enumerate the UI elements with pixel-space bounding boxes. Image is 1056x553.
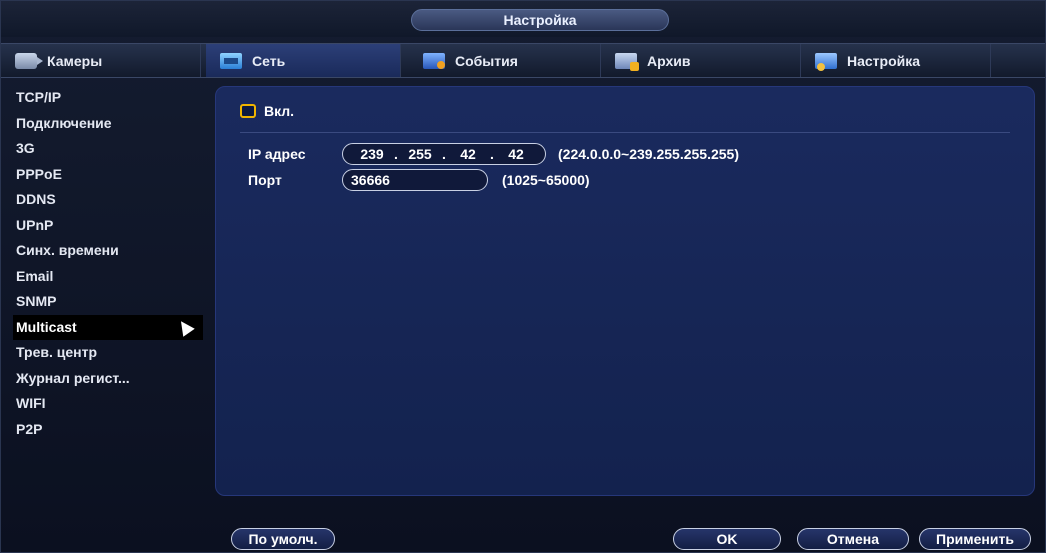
port-label: Порт bbox=[248, 172, 282, 188]
default-button[interactable]: По умолч. bbox=[231, 528, 335, 550]
sidebar-item-ddns[interactable]: DDNS bbox=[13, 187, 203, 213]
sidebar-item-pppoe[interactable]: PPPoE bbox=[13, 162, 203, 188]
title-bar: Настройка bbox=[1, 1, 1045, 37]
settings-window: Настройка Камеры Сеть События Архив Наст… bbox=[0, 0, 1046, 553]
sidebar-item-email[interactable]: Email bbox=[13, 264, 203, 290]
enable-label: Вкл. bbox=[264, 103, 295, 119]
sidebar-item-3g[interactable]: 3G bbox=[13, 136, 203, 162]
ip-label: IP адрес bbox=[248, 146, 306, 162]
network-sidebar: TCP/IP Подключение 3G PPPoE DDNS UPnP Си… bbox=[13, 85, 203, 442]
sidebar-item-wifi[interactable]: WIFI bbox=[13, 391, 203, 417]
mouse-cursor-icon bbox=[175, 316, 195, 337]
sidebar-item-connection[interactable]: Подключение bbox=[13, 111, 203, 137]
tab-events[interactable]: События bbox=[409, 44, 601, 77]
sidebar-item-time-sync[interactable]: Синх. времени bbox=[13, 238, 203, 264]
tab-cameras-label: Камеры bbox=[47, 52, 103, 69]
sidebar-item-snmp[interactable]: SNMP bbox=[13, 289, 203, 315]
tab-settings[interactable]: Настройка bbox=[801, 44, 991, 77]
ip-dot: . bbox=[442, 146, 446, 162]
archive-icon bbox=[615, 52, 639, 71]
ip-dot: . bbox=[394, 146, 398, 162]
ip-row: IP адрес 239 . 255 . 42 . 42 (224.0.0.0~… bbox=[248, 143, 739, 165]
multicast-panel: Вкл. IP адрес 239 . 255 . 42 . 42 (224.0… bbox=[215, 86, 1035, 496]
main-tab-bar: Камеры Сеть События Архив Настройка bbox=[1, 43, 1045, 78]
port-input[interactable]: 36666 bbox=[342, 169, 488, 191]
ip-octet-4[interactable]: 42 bbox=[497, 146, 535, 162]
ok-button[interactable]: OK bbox=[673, 528, 781, 550]
enable-row: Вкл. bbox=[240, 103, 294, 119]
sidebar-item-alarm-center[interactable]: Трев. центр bbox=[13, 340, 203, 366]
tab-archive-label: Архив bbox=[647, 52, 691, 69]
sidebar-item-upnp[interactable]: UPnP bbox=[13, 213, 203, 239]
network-icon bbox=[220, 52, 242, 69]
ip-dot: . bbox=[490, 146, 494, 162]
tab-cameras[interactable]: Камеры bbox=[1, 44, 201, 77]
tab-archive[interactable]: Архив bbox=[601, 44, 801, 77]
ip-octet-1[interactable]: 239 bbox=[353, 146, 391, 162]
sidebar-item-multicast[interactable]: Multicast bbox=[13, 314, 203, 340]
cancel-button[interactable]: Отмена bbox=[797, 528, 909, 550]
ip-address-input[interactable]: 239 . 255 . 42 . 42 bbox=[342, 143, 546, 165]
events-icon bbox=[423, 52, 445, 69]
settings-icon bbox=[815, 52, 837, 71]
tab-events-label: События bbox=[455, 52, 518, 69]
window-title: Настройка bbox=[411, 9, 669, 31]
sidebar-item-log[interactable]: Журнал регист... bbox=[13, 366, 203, 392]
tab-network-label: Сеть bbox=[252, 52, 286, 69]
ip-range-hint: (224.0.0.0~239.255.255.255) bbox=[558, 146, 739, 162]
camera-icon bbox=[15, 52, 43, 69]
port-row: Порт 36666 (1025~65000) bbox=[248, 169, 590, 191]
ip-octet-3[interactable]: 42 bbox=[449, 146, 487, 162]
divider bbox=[240, 132, 1010, 133]
sidebar-item-tcpip[interactable]: TCP/IP bbox=[13, 85, 203, 111]
enable-checkbox[interactable] bbox=[240, 104, 256, 118]
tab-settings-label: Настройка bbox=[847, 52, 921, 69]
sidebar-item-p2p[interactable]: P2P bbox=[13, 417, 203, 443]
tab-network[interactable]: Сеть bbox=[206, 44, 401, 77]
port-range-hint: (1025~65000) bbox=[502, 172, 590, 188]
ip-octet-2[interactable]: 255 bbox=[401, 146, 439, 162]
apply-button[interactable]: Применить bbox=[919, 528, 1031, 550]
sidebar-item-multicast-label: Multicast bbox=[16, 318, 77, 335]
